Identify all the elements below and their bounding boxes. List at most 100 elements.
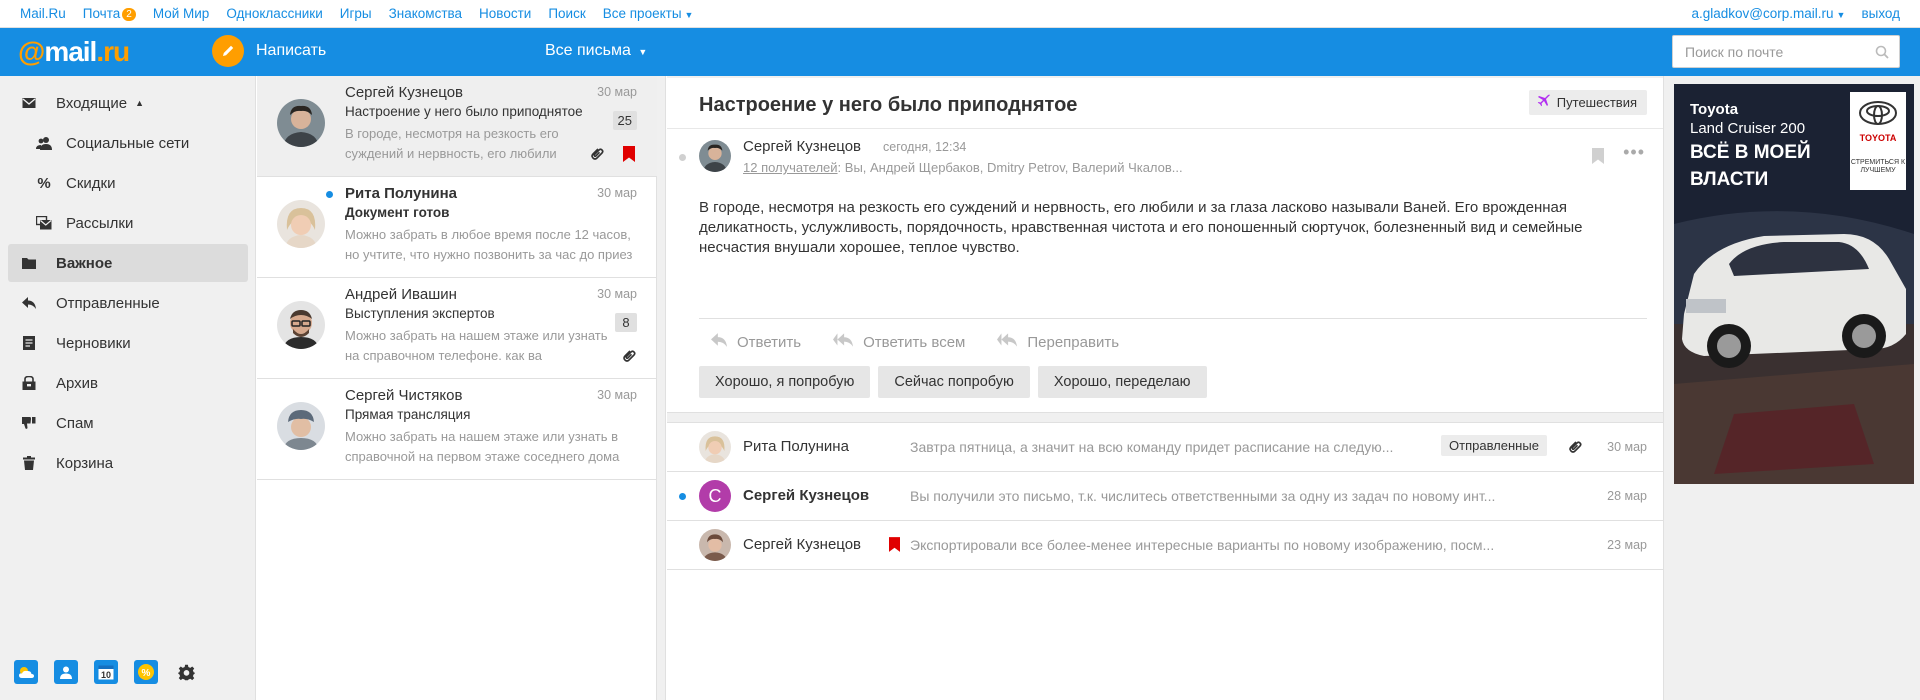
- sidebar-item-spam[interactable]: Спам: [8, 404, 248, 442]
- sidebar-item-archive[interactable]: Архив: [8, 364, 248, 402]
- sidebar-item-inbox[interactable]: Входящие ▲: [8, 84, 248, 122]
- inbox-icon: [19, 97, 39, 109]
- link-all-projects[interactable]: Все проекты ▼: [603, 6, 694, 21]
- thread-snippet: Вы получили это письмо, т.к. числитесь о…: [910, 488, 1496, 504]
- reply-all-button[interactable]: Ответить всем: [833, 333, 965, 351]
- avatar: [277, 301, 325, 349]
- mail-filter-dropdown[interactable]: Все письма ▼: [545, 42, 647, 60]
- unread-dot[interactable]: [326, 191, 333, 198]
- ad-line: Toyota: [1690, 101, 1739, 118]
- letter-title: Настроение у него было приподнятое: [699, 94, 1078, 116]
- ad-line: ВСЁ В МОЕЙ: [1690, 142, 1811, 163]
- weather-icon[interactable]: [14, 660, 38, 684]
- flag-icon[interactable]: [623, 146, 635, 165]
- recipients-link[interactable]: 12 получателей: [743, 160, 838, 175]
- forward-button[interactable]: Переправить: [997, 333, 1119, 351]
- thread-sender: Сергей Кузнецов: [743, 487, 870, 504]
- link-mailru[interactable]: Mail.Ru: [20, 6, 66, 21]
- link-odnoklassniki[interactable]: Одноклассники: [226, 6, 322, 21]
- divider: [699, 318, 1647, 319]
- list-scrollbar[interactable]: [657, 76, 666, 700]
- quick-reply-button[interactable]: Хорошо, я попробую: [699, 366, 871, 398]
- logo-at: @: [18, 36, 45, 67]
- mailru-logo[interactable]: @mail.ru: [18, 36, 130, 68]
- chevron-up-icon[interactable]: ▲: [135, 98, 144, 108]
- search-input[interactable]: [1685, 44, 1865, 60]
- quick-replies: Хорошо, я попробую Сейчас попробую Хорош…: [699, 366, 1207, 398]
- sidebar-item-drafts[interactable]: Черновики: [8, 324, 248, 362]
- link-news[interactable]: Новости: [479, 6, 531, 21]
- read-status-dot[interactable]: [679, 154, 686, 161]
- thread-row[interactable]: Сергей Кузнецов Экспортировали все более…: [667, 521, 1663, 570]
- message-snippet: В городе, несмотря на резкость его сужде…: [345, 126, 559, 161]
- compose-label: Написать: [256, 42, 327, 59]
- link-my-world[interactable]: Мой Мир: [153, 6, 210, 21]
- thread-row[interactable]: Рита Полунина Завтра пятница, а значит н…: [667, 423, 1663, 472]
- sidebar-item-label: Скидки: [66, 174, 116, 192]
- sidebar-item-label: Важное: [56, 254, 113, 272]
- link-games[interactable]: Игры: [340, 6, 372, 21]
- letter-sender[interactable]: Сергей Кузнецов: [743, 138, 861, 155]
- more-icon[interactable]: •••: [1623, 143, 1645, 161]
- spam-icon: [19, 416, 39, 430]
- thread-row[interactable]: С Сергей Кузнецов Вы получили это письмо…: [667, 472, 1663, 521]
- flag-icon[interactable]: [889, 537, 900, 555]
- link-mail[interactable]: Почта 2: [83, 6, 136, 21]
- trash-icon: [19, 456, 39, 470]
- unread-dot[interactable]: [679, 493, 686, 500]
- category-tag[interactable]: Путешествия: [1528, 90, 1647, 115]
- sidebar-item-newsletters[interactable]: Рассылки: [8, 204, 248, 242]
- category-tag-label: Путешествия: [1556, 95, 1637, 110]
- quick-reply-button[interactable]: Сейчас попробую: [878, 366, 1030, 398]
- sidebar-item-label: Архив: [56, 374, 99, 392]
- search-icon[interactable]: [1875, 45, 1889, 62]
- account-menu[interactable]: a.gladkov@corp.mail.ru ▼: [1692, 6, 1846, 21]
- open-letter: Настроение у него было приподнятое Путеш…: [667, 78, 1663, 413]
- logout-link[interactable]: выход: [1861, 6, 1900, 21]
- logo-ru: .ru: [96, 36, 130, 67]
- contacts-icon[interactable]: [54, 660, 78, 684]
- discount-icon[interactable]: %: [134, 660, 158, 684]
- list-item[interactable]: Андрей Ивашин 30 мар Выступления эксперт…: [257, 278, 657, 379]
- folder-sidebar: Входящие ▲ Социальные сети % Скидки Расс…: [0, 76, 256, 700]
- attachment-icon: [1567, 439, 1583, 458]
- link-search[interactable]: Поиск: [548, 6, 585, 21]
- sidebar-item-social[interactable]: Социальные сети: [8, 124, 248, 162]
- folder-icon: [19, 257, 39, 269]
- divider: [667, 128, 1663, 129]
- settings-icon[interactable]: [174, 660, 198, 684]
- attachment-icon: [621, 348, 637, 367]
- mail-search: [1672, 35, 1900, 68]
- link-dating[interactable]: Знакомства: [389, 6, 462, 21]
- sidebar-item-discounts[interactable]: % Скидки: [8, 164, 248, 202]
- mail-count-badge: 2: [122, 8, 136, 21]
- ad-headline: Toyota Land Cruiser 200 ВСЁ В МОЕЙ ВЛАСТ…: [1690, 100, 1811, 192]
- thread-list: Рита Полунина Завтра пятница, а значит н…: [667, 422, 1663, 700]
- compose-button[interactable]: Написать: [212, 35, 326, 67]
- sidebar-item-important[interactable]: Важное: [8, 244, 248, 282]
- list-item[interactable]: Сергей Кузнецов 30 мар Настроение у него…: [257, 76, 657, 177]
- pencil-icon: [212, 35, 244, 67]
- sidebar-item-label: Рассылки: [66, 214, 134, 232]
- thread-date: 30 мар: [1607, 440, 1647, 454]
- avatar: [277, 200, 325, 248]
- message-subject: Документ готов: [345, 205, 450, 220]
- sidebar-item-sent[interactable]: Отправленные: [8, 284, 248, 322]
- list-item[interactable]: Рита Полунина 30 мар Документ готов Можн…: [257, 177, 657, 278]
- folder-badge[interactable]: Отправленные: [1441, 435, 1547, 456]
- toyota-ad-banner[interactable]: Toyota Land Cruiser 200 ВСЁ В МОЕЙ ВЛАСТ…: [1674, 84, 1914, 484]
- letter-recipients: 12 получателей: Вы, Андрей Щербаков, Dmi…: [743, 160, 1183, 175]
- sidebar-item-trash[interactable]: Корзина: [8, 444, 248, 482]
- reading-pane: Настроение у него было приподнятое Путеш…: [667, 76, 1663, 700]
- bookmark-icon[interactable]: [1592, 148, 1604, 167]
- avatar: [699, 529, 731, 561]
- calendar-icon[interactable]: 10: [94, 660, 118, 684]
- reply-button[interactable]: Ответить: [711, 333, 801, 351]
- mail-header: @mail.ru Написать Все письма ▼: [0, 28, 1920, 76]
- message-subject: Прямая трансляция: [345, 407, 471, 422]
- list-item[interactable]: Сергей Чистяков 30 мар Прямая трансляция…: [257, 379, 657, 480]
- all-projects-label: Все проекты: [602, 6, 682, 21]
- reply-all-icon: [833, 333, 854, 351]
- quick-reply-button[interactable]: Хорошо, переделаю: [1037, 366, 1207, 398]
- message-snippet: Можно забрать на нашем этаже или узнать …: [345, 328, 608, 363]
